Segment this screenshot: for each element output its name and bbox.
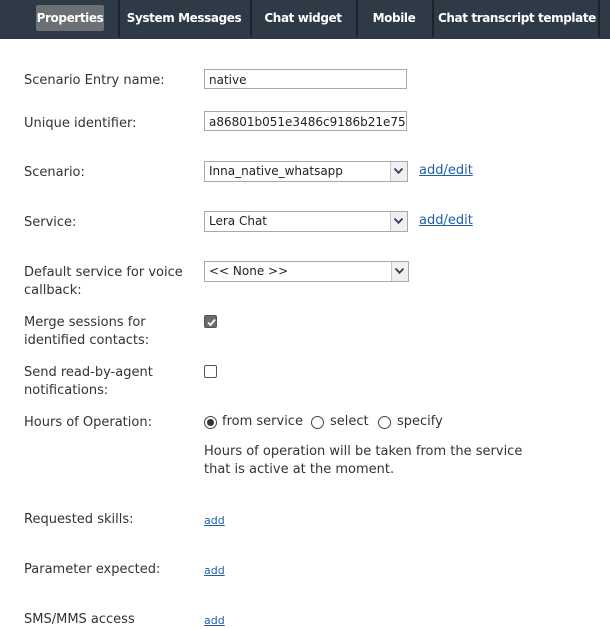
chevron-down-icon[interactable] — [391, 262, 408, 281]
tab-bar: Properties System Messages Chat widget M… — [0, 0, 610, 39]
entry-name-label: Scenario Entry name: — [24, 73, 165, 88]
merge-sessions-label: Merge sessions for identified contacts: — [24, 315, 150, 348]
tab-separator — [598, 0, 600, 37]
sms-mms-access-label: SMS/MMS access — [24, 612, 135, 627]
hours-radio-select[interactable] — [311, 416, 324, 429]
send-read-label: Send read-by-agent notifications: — [24, 365, 153, 398]
checkmark-icon — [207, 318, 216, 327]
parameter-expected-add-link[interactable]: add — [204, 564, 225, 577]
send-read-checkbox[interactable] — [204, 365, 217, 378]
tab-chat-transcript-template[interactable]: Chat transcript template — [438, 0, 596, 37]
requested-skills-add-link[interactable]: add — [204, 514, 225, 527]
default-service-select-value: << None >> — [209, 264, 289, 278]
chevron-down-icon[interactable] — [390, 212, 407, 231]
sms-mms-access-add-link[interactable]: add — [204, 614, 225, 627]
service-select-value: Lera Chat — [209, 214, 268, 228]
hours-radio-from-service[interactable] — [204, 416, 217, 429]
tab-separator — [432, 0, 434, 37]
uid-label: Unique identifier: — [24, 116, 137, 131]
scenario-add-edit-link[interactable]: add/edit — [419, 163, 473, 178]
uid-field[interactable]: a86801b051e3486c9186b21e75 — [204, 111, 407, 131]
tab-properties[interactable]: Properties — [36, 5, 104, 31]
parameter-expected-label: Parameter expected: — [24, 562, 161, 577]
hours-note: Hours of operation will be taken from th… — [204, 444, 523, 477]
scenario-label: Scenario: — [24, 165, 85, 180]
requested-skills-label: Requested skills: — [24, 512, 134, 527]
merge-sessions-checkbox[interactable] — [204, 315, 217, 328]
service-label: Service: — [24, 215, 77, 230]
service-select[interactable]: Lera Chat — [204, 211, 408, 232]
tab-mobile[interactable]: Mobile — [362, 0, 426, 37]
service-add-edit-link[interactable]: add/edit — [419, 213, 473, 228]
chevron-down-icon[interactable] — [390, 162, 407, 181]
tab-chat-widget[interactable]: Chat widget — [256, 0, 350, 37]
hours-radio-specify[interactable] — [378, 416, 391, 429]
scenario-select-value: Inna_native_whatsapp — [209, 164, 343, 178]
tab-system-messages[interactable]: System Messages — [124, 0, 244, 37]
scenario-select[interactable]: Inna_native_whatsapp — [204, 161, 408, 182]
tab-separator — [118, 0, 120, 37]
hours-option-select: select — [330, 414, 369, 429]
hours-option-specify: specify — [397, 414, 443, 429]
tab-separator — [250, 0, 252, 37]
entry-name-field[interactable]: native — [204, 69, 407, 89]
hours-of-operation-label: Hours of Operation: — [24, 415, 152, 430]
default-service-select[interactable]: << None >> — [204, 261, 409, 282]
default-service-label: Default service for voice callback: — [24, 265, 183, 298]
tab-separator — [356, 0, 358, 37]
hours-option-from-service: from service — [222, 414, 303, 429]
